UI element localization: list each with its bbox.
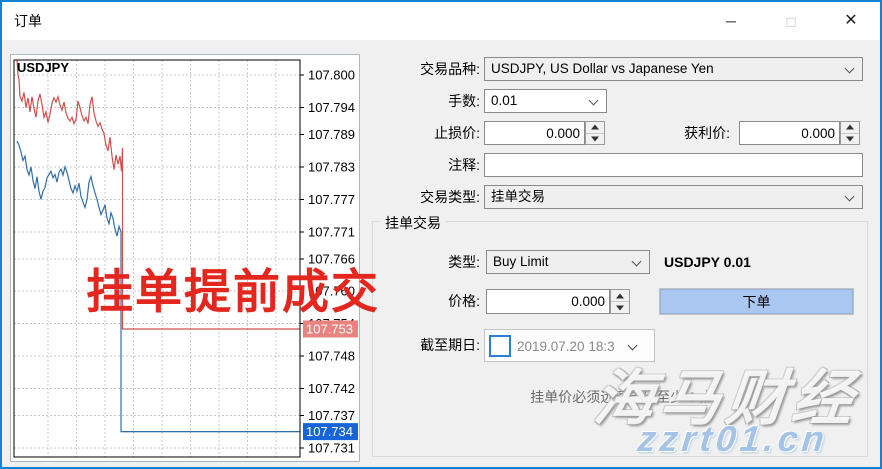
order-summary: USDJPY 0.01 bbox=[664, 250, 751, 274]
svg-text:107.748: 107.748 bbox=[308, 348, 355, 363]
svg-text:107.800: 107.800 bbox=[308, 68, 355, 83]
chevron-down-icon bbox=[628, 341, 638, 351]
svg-text:107.742: 107.742 bbox=[308, 381, 355, 396]
chevron-down-icon bbox=[845, 192, 855, 202]
trade-type-label: 交易类型: bbox=[362, 185, 480, 209]
price-down-button[interactable] bbox=[611, 301, 629, 313]
trade-type-value: 挂单交易 bbox=[491, 189, 545, 204]
svg-text:107.777: 107.777 bbox=[308, 192, 355, 207]
triangle-up-icon bbox=[616, 293, 624, 298]
svg-text:107.734: 107.734 bbox=[306, 424, 353, 439]
price-input[interactable] bbox=[486, 289, 610, 314]
order-dialog: 订单 ─ ◻ ✕ 107.800107.794107.789107.783107… bbox=[0, 0, 882, 469]
svg-text:107.783: 107.783 bbox=[308, 159, 355, 174]
close-button[interactable]: ✕ bbox=[828, 2, 874, 40]
stop-loss-spinner bbox=[585, 121, 605, 145]
triangle-down-icon bbox=[616, 305, 624, 310]
chevron-down-icon bbox=[632, 257, 642, 267]
take-profit-spinner bbox=[840, 121, 860, 145]
price-label: 价格: bbox=[362, 289, 480, 314]
maximize-button[interactable]: ◻ bbox=[768, 2, 814, 40]
expiry-checkbox[interactable] bbox=[489, 335, 511, 357]
place-order-button[interactable]: 下单 bbox=[660, 289, 853, 314]
symbol-value: USDJPY, US Dollar vs Japanese Yen bbox=[491, 61, 714, 76]
stop-loss-label: 止损价: bbox=[362, 121, 480, 145]
svg-text:107.737: 107.737 bbox=[308, 408, 355, 423]
svg-text:107.753: 107.753 bbox=[306, 321, 353, 336]
chart-svg: 107.800 107.794 107.789 107.783 107.777 107.7… bbox=[11, 55, 359, 461]
svg-text:107.766: 107.766 bbox=[308, 251, 355, 266]
pending-price-hint: 挂单价必须远离市价至少 0 点 bbox=[402, 387, 842, 407]
expiry-field[interactable]: 2019.07.20 18:3 bbox=[484, 329, 655, 362]
svg-text:107.731: 107.731 bbox=[308, 440, 355, 455]
take-profit-label: 获利价: bbox=[612, 121, 730, 145]
price-spinner bbox=[610, 289, 630, 314]
stop-loss-down-button[interactable] bbox=[586, 133, 604, 145]
triangle-up-icon bbox=[591, 125, 599, 130]
order-type-label: 类型: bbox=[362, 250, 480, 274]
volume-select[interactable]: 0.01 bbox=[484, 89, 607, 113]
window-title: 订单 bbox=[14, 2, 42, 40]
svg-text:107.771: 107.771 bbox=[308, 224, 355, 239]
title-bar: 订单 ─ ◻ ✕ bbox=[2, 2, 880, 40]
svg-text:107.794: 107.794 bbox=[308, 100, 355, 115]
volume-value: 0.01 bbox=[491, 93, 517, 108]
stop-loss-input[interactable] bbox=[484, 121, 585, 145]
take-profit-down-button[interactable] bbox=[841, 133, 859, 145]
pending-order-group-label: 挂单交易 bbox=[380, 213, 446, 233]
chevron-down-icon bbox=[589, 96, 599, 106]
svg-text:USDJPY: USDJPY bbox=[17, 60, 69, 75]
price-chart: 107.800 107.794 107.789 107.783 107.777 107.7… bbox=[10, 54, 360, 462]
take-profit-up-button[interactable] bbox=[841, 122, 859, 133]
stop-loss-up-button[interactable] bbox=[586, 122, 604, 133]
volume-label: 手数: bbox=[362, 89, 480, 113]
take-profit-input[interactable] bbox=[739, 121, 840, 145]
expiry-value[interactable]: 2019.07.20 18:3 bbox=[517, 330, 615, 363]
comment-label: 注释: bbox=[362, 153, 480, 177]
symbol-select[interactable]: USDJPY, US Dollar vs Japanese Yen bbox=[484, 57, 863, 81]
symbol-label: 交易品种: bbox=[362, 57, 480, 81]
order-type-select[interactable]: Buy Limit bbox=[486, 250, 650, 274]
svg-text:107.789: 107.789 bbox=[308, 127, 355, 142]
expiry-label: 截至期日: bbox=[362, 329, 480, 362]
comment-input[interactable] bbox=[484, 153, 863, 177]
order-type-value: Buy Limit bbox=[493, 254, 549, 269]
triangle-down-icon bbox=[846, 136, 854, 141]
triangle-down-icon bbox=[591, 136, 599, 141]
trade-type-select[interactable]: 挂单交易 bbox=[484, 185, 863, 209]
minimize-button[interactable]: ─ bbox=[708, 2, 754, 40]
price-up-button[interactable] bbox=[611, 290, 629, 301]
triangle-up-icon bbox=[846, 125, 854, 130]
chevron-down-icon bbox=[845, 64, 855, 74]
svg-text:107.760: 107.760 bbox=[308, 284, 355, 299]
